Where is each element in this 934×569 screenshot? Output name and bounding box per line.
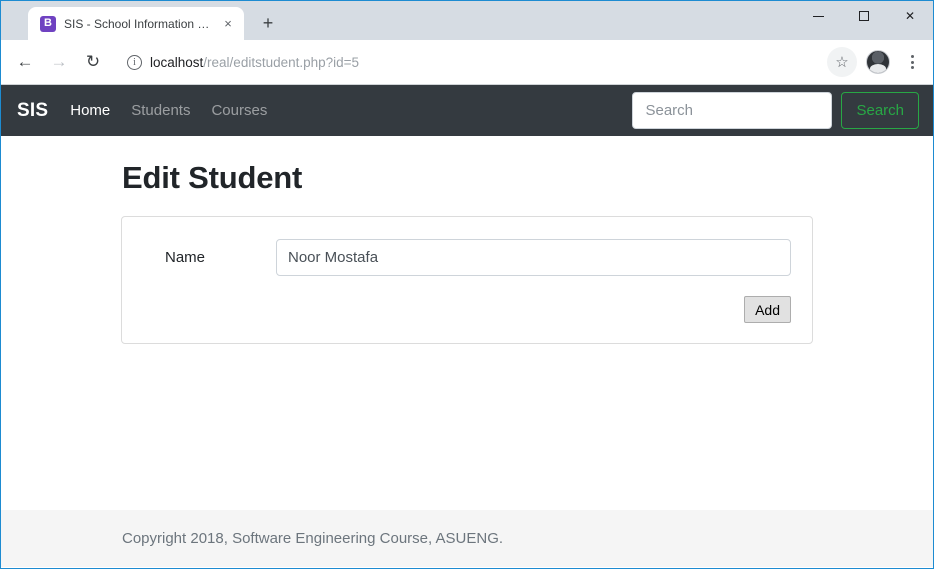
browser-window: B SIS - School Information System × + ✕ …: [0, 0, 934, 569]
form-actions: Add: [143, 296, 791, 323]
three-dot-menu-icon[interactable]: [899, 47, 925, 77]
edit-student-card: Name Add: [121, 216, 813, 344]
url-path: /real/editstudent.php?id=5: [203, 54, 360, 70]
bootstrap-favicon-icon: B: [40, 15, 56, 32]
page-container: Edit Student Name Add: [121, 136, 813, 344]
footer-copyright-text: Copyright 2018, Software Engineering Cou…: [122, 530, 504, 547]
url-text: localhost/real/editstudent.php?id=5: [150, 55, 359, 70]
site-info-icon[interactable]: i: [127, 54, 142, 70]
maximize-window-button[interactable]: [841, 1, 887, 31]
new-tab-button[interactable]: +: [254, 9, 282, 37]
address-bar[interactable]: i localhost/real/editstudent.php?id=5: [117, 48, 821, 76]
nav-link-courses[interactable]: Courses: [211, 102, 267, 119]
navbar-links: Home Students Courses: [70, 102, 267, 119]
navbar-search-form: Search: [632, 92, 919, 129]
page-footer: Copyright 2018, Software Engineering Cou…: [1, 510, 933, 567]
page-title: Edit Student: [122, 160, 303, 195]
site-navbar: SIS Home Students Courses Search: [1, 85, 933, 136]
page-viewport: SIS Home Students Courses Search Edit St…: [1, 85, 933, 567]
profile-avatar-icon[interactable]: [866, 50, 890, 74]
minimize-window-button[interactable]: [795, 1, 841, 31]
window-controls: ✕: [795, 1, 933, 31]
browser-toolbar: ← → ↻ i localhost/real/editstudent.php?i…: [1, 40, 933, 85]
browser-tab[interactable]: B SIS - School Information System ×: [28, 7, 244, 40]
tab-title: SIS - School Information System: [64, 16, 212, 31]
forward-icon[interactable]: →: [43, 46, 75, 78]
add-button[interactable]: Add: [744, 296, 791, 323]
search-input[interactable]: [632, 92, 833, 129]
nav-link-students[interactable]: Students: [131, 102, 190, 119]
close-window-button[interactable]: ✕: [887, 1, 933, 31]
close-tab-icon[interactable]: ×: [220, 16, 236, 32]
name-label: Name: [165, 249, 206, 266]
bookmark-star-icon[interactable]: ☆: [827, 47, 857, 77]
navbar-brand[interactable]: SIS: [17, 100, 48, 122]
search-button[interactable]: Search: [841, 92, 919, 129]
nav-link-home[interactable]: Home: [70, 102, 110, 119]
back-icon[interactable]: ←: [9, 46, 41, 78]
url-host: localhost: [150, 54, 204, 70]
name-form-row: Name: [143, 239, 791, 276]
name-input[interactable]: [276, 239, 791, 276]
reload-icon[interactable]: ↻: [77, 46, 109, 78]
tab-strip: B SIS - School Information System × + ✕: [1, 1, 933, 40]
